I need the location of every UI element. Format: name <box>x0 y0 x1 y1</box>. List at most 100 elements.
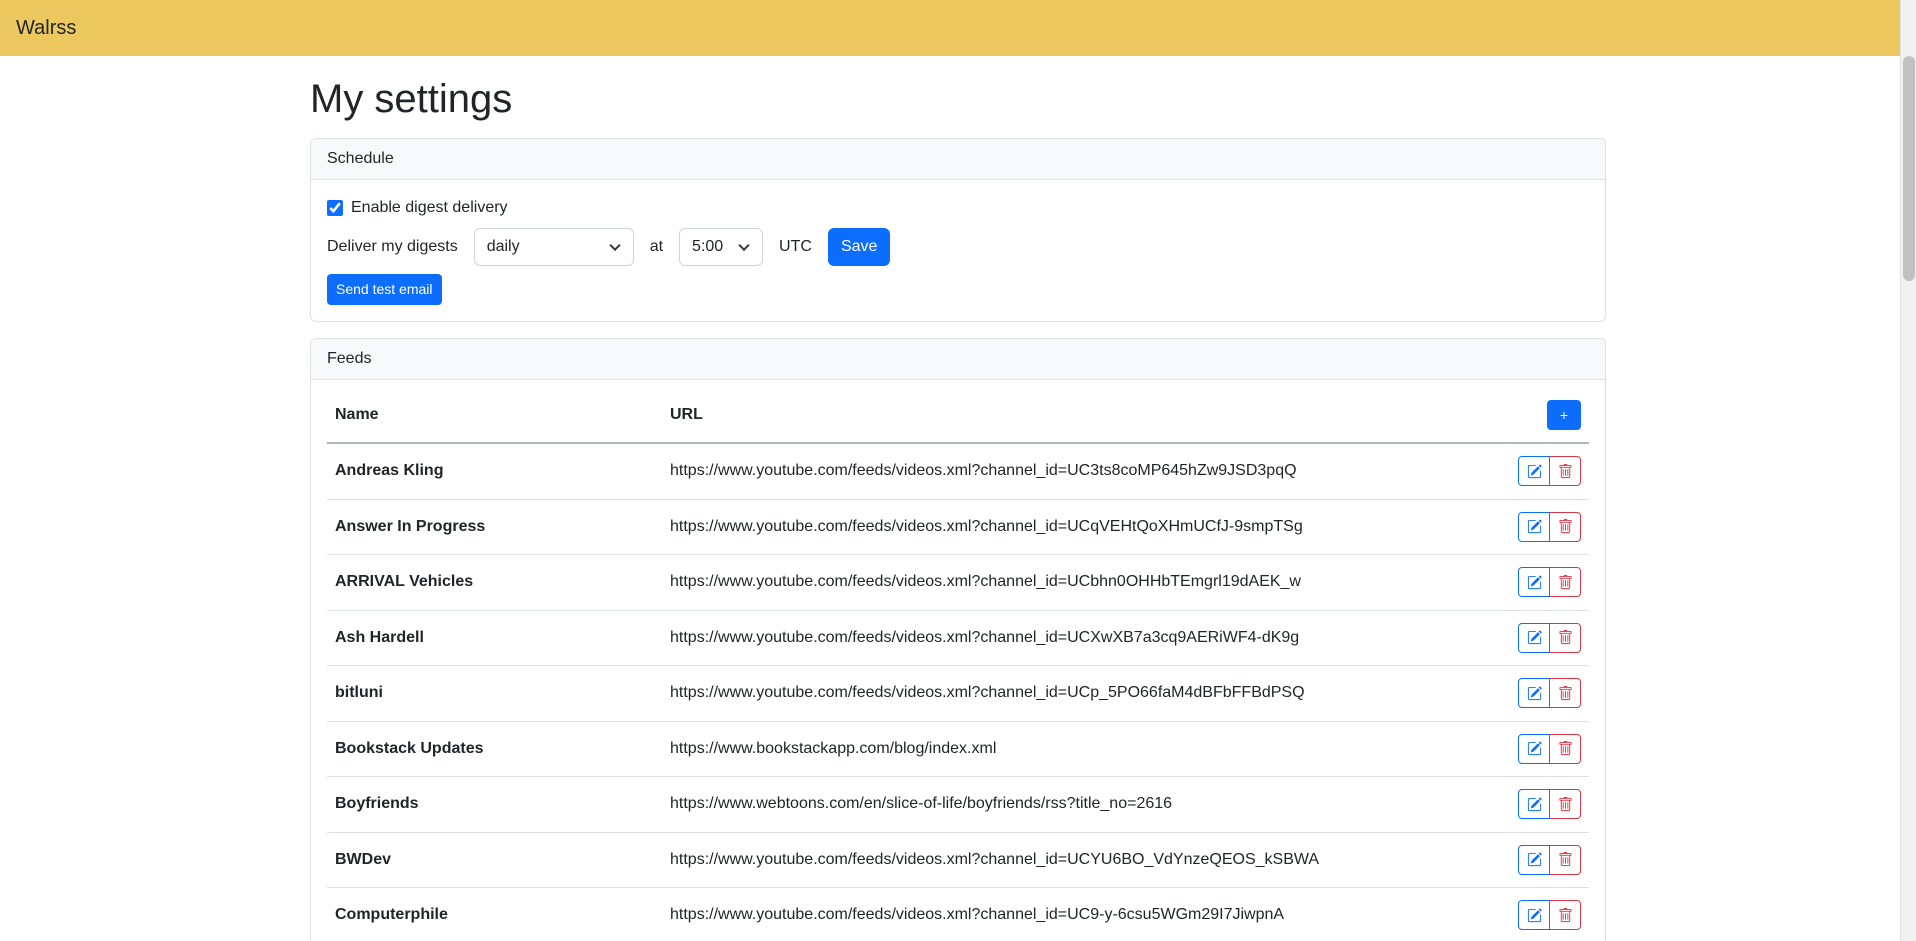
edit-feed-button[interactable] <box>1518 456 1550 486</box>
feed-name: Andreas Kling <box>327 443 662 499</box>
feed-actions-group <box>1518 734 1581 764</box>
delete-feed-button[interactable] <box>1549 789 1581 819</box>
feed-name: Ash Hardell <box>327 610 662 666</box>
feed-url: https://www.bookstackapp.com/blog/index.… <box>662 721 1499 777</box>
table-row: Answer In Progress https://www.youtube.c… <box>327 499 1589 555</box>
feeds-card: Feeds Name URL + Andreas Kling https://w… <box>310 338 1606 941</box>
enable-digest-checkbox[interactable] <box>327 200 343 216</box>
edit-feed-button[interactable] <box>1518 678 1550 708</box>
feed-url: https://www.youtube.com/feeds/videos.xml… <box>662 832 1499 888</box>
edit-feed-button[interactable] <box>1518 512 1550 542</box>
feeds-table-header-row: Name URL + <box>327 388 1589 443</box>
feed-url: https://www.youtube.com/feeds/videos.xml… <box>662 499 1499 555</box>
test-email-row: Send test email <box>327 274 1589 305</box>
save-button[interactable]: Save <box>828 228 890 266</box>
time-select[interactable]: 5:00 <box>679 228 763 266</box>
trash-icon <box>1558 630 1573 645</box>
feed-name: BWDev <box>327 832 662 888</box>
pencil-square-icon <box>1527 464 1542 479</box>
edit-feed-button[interactable] <box>1518 789 1550 819</box>
delete-feed-button[interactable] <box>1549 567 1581 597</box>
chevron-down-icon <box>738 240 749 251</box>
enable-digest-row: Enable digest delivery <box>327 196 1589 220</box>
chevron-down-icon <box>609 240 620 251</box>
table-row: ARRIVAL Vehicles https://www.youtube.com… <box>327 555 1589 611</box>
page-title: My settings <box>310 76 1606 122</box>
edit-feed-button[interactable] <box>1518 734 1550 764</box>
delete-feed-button[interactable] <box>1549 678 1581 708</box>
feed-actions <box>1499 888 1589 941</box>
feed-name: Answer In Progress <box>327 499 662 555</box>
trash-icon <box>1558 464 1573 479</box>
feeds-table: Name URL + Andreas Kling https://www.you… <box>327 388 1589 941</box>
feed-url: https://www.youtube.com/feeds/videos.xml… <box>662 610 1499 666</box>
navbar: Walrss <box>0 0 1916 56</box>
pencil-square-icon <box>1527 741 1542 756</box>
feed-actions <box>1499 610 1589 666</box>
trash-icon <box>1558 908 1573 923</box>
feed-name: Bookstack Updates <box>327 721 662 777</box>
page-scrollbar[interactable] <box>1900 0 1916 941</box>
table-row: bitluni https://www.youtube.com/feeds/vi… <box>327 666 1589 722</box>
send-test-email-button[interactable]: Send test email <box>327 274 442 305</box>
pencil-square-icon <box>1527 852 1542 867</box>
feed-actions-group <box>1518 789 1581 819</box>
feed-actions-group <box>1518 512 1581 542</box>
column-header-name: Name <box>327 388 662 443</box>
edit-feed-button[interactable] <box>1518 845 1550 875</box>
timezone-label: UTC <box>779 238 812 256</box>
trash-icon <box>1558 575 1573 590</box>
add-feed-button[interactable]: + <box>1547 400 1581 430</box>
feed-url: https://www.youtube.com/feeds/videos.xml… <box>662 443 1499 499</box>
main-content: My settings Schedule Enable digest deliv… <box>298 76 1618 941</box>
trash-icon <box>1558 797 1573 812</box>
schedule-card-body: Enable digest delivery Deliver my digest… <box>311 180 1605 321</box>
time-select-value: 5:00 <box>692 238 723 256</box>
feed-name: bitluni <box>327 666 662 722</box>
feed-actions-group <box>1518 845 1581 875</box>
delete-feed-button[interactable] <box>1549 900 1581 930</box>
feed-actions-group <box>1518 567 1581 597</box>
feed-name: Computerphile <box>327 888 662 941</box>
delete-feed-button[interactable] <box>1549 512 1581 542</box>
feed-actions <box>1499 832 1589 888</box>
feed-actions-group <box>1518 900 1581 930</box>
edit-feed-button[interactable] <box>1518 623 1550 653</box>
feed-actions <box>1499 666 1589 722</box>
delete-feed-button[interactable] <box>1549 734 1581 764</box>
trash-icon <box>1558 741 1573 756</box>
app-brand[interactable]: Walrss <box>16 17 76 40</box>
delete-feed-button[interactable] <box>1549 456 1581 486</box>
column-header-url: URL <box>662 388 1499 443</box>
feed-name: Boyfriends <box>327 777 662 833</box>
pencil-square-icon <box>1527 686 1542 701</box>
feed-actions-group <box>1518 623 1581 653</box>
feed-actions <box>1499 555 1589 611</box>
pencil-square-icon <box>1527 908 1542 923</box>
pencil-square-icon <box>1527 575 1542 590</box>
feed-actions <box>1499 721 1589 777</box>
feeds-card-body: Name URL + Andreas Kling https://www.you… <box>311 380 1605 941</box>
schedule-card-header: Schedule <box>311 139 1605 180</box>
feed-name: ARRIVAL Vehicles <box>327 555 662 611</box>
pencil-square-icon <box>1527 519 1542 534</box>
delete-feed-button[interactable] <box>1549 623 1581 653</box>
page-scrollbar-thumb[interactable] <box>1903 56 1915 281</box>
at-label: at <box>650 238 663 256</box>
feed-actions-group <box>1518 456 1581 486</box>
edit-feed-button[interactable] <box>1518 567 1550 597</box>
feed-url: https://www.webtoons.com/en/slice-of-lif… <box>662 777 1499 833</box>
trash-icon <box>1558 852 1573 867</box>
table-row: Computerphile https://www.youtube.com/fe… <box>327 888 1589 941</box>
column-header-actions: + <box>1499 388 1589 443</box>
frequency-select[interactable]: daily <box>474 228 634 266</box>
schedule-card: Schedule Enable digest delivery Deliver … <box>310 138 1606 322</box>
edit-feed-button[interactable] <box>1518 900 1550 930</box>
delete-feed-button[interactable] <box>1549 845 1581 875</box>
pencil-square-icon <box>1527 630 1542 645</box>
table-row: Ash Hardell https://www.youtube.com/feed… <box>327 610 1589 666</box>
delivery-schedule-row: Deliver my digests daily at 5:00 UTC Sav… <box>327 228 1589 266</box>
feed-url: https://www.youtube.com/feeds/videos.xml… <box>662 888 1499 941</box>
feed-actions-group <box>1518 678 1581 708</box>
deliver-digests-label: Deliver my digests <box>327 238 458 256</box>
